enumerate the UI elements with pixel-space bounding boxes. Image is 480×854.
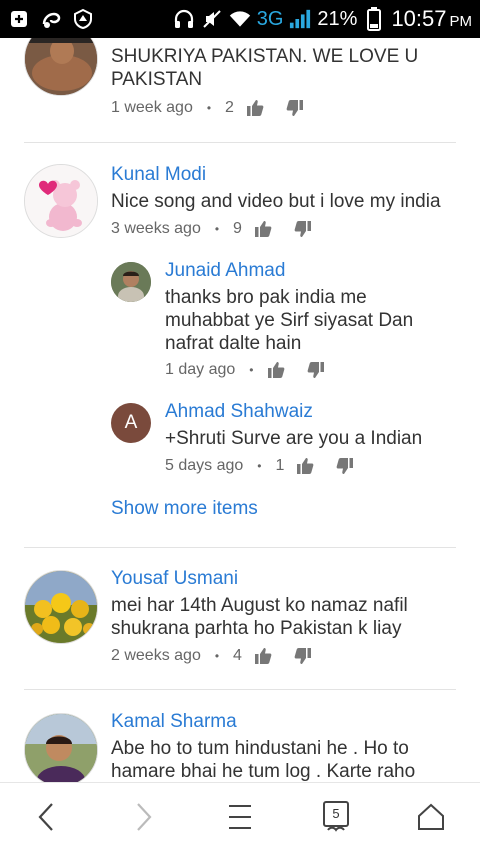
wifi-icon: [229, 8, 251, 30]
back-button[interactable]: [26, 797, 66, 837]
signal-icon: [289, 8, 311, 30]
forward-button[interactable]: [124, 797, 164, 837]
reply-text: +Shruti Surve are you a Indian: [165, 428, 423, 449]
network-type: 3G: [256, 7, 284, 30]
comment-time: 1 week ago: [111, 99, 193, 116]
avatar[interactable]: [24, 38, 98, 96]
headphones-icon: [173, 8, 195, 30]
add-notification-icon: [8, 8, 30, 30]
tabs-button[interactable]: 5: [316, 797, 356, 837]
comment-time: 3 weeks ago: [111, 220, 201, 237]
thumbs-down-icon[interactable]: [307, 361, 325, 379]
thumbs-down-icon[interactable]: [294, 647, 312, 665]
comment-author[interactable]: Kamal Sharma: [111, 711, 237, 733]
comments-list[interactable]: SHUKRIYA PAKISTAN. WE LOVE U PAKISTAN 1 …: [0, 38, 480, 782]
bottom-nav: 5: [0, 782, 480, 854]
like-count: 2: [225, 99, 234, 116]
thumbs-up-icon[interactable]: [267, 361, 285, 379]
like-count: 1: [275, 457, 285, 474]
divider: [24, 142, 456, 143]
thumbs-down-icon[interactable]: [336, 457, 354, 475]
reply-meta: 5 days ago • 1: [165, 455, 354, 477]
thumbs-up-icon[interactable]: [254, 647, 272, 665]
avatar[interactable]: [24, 164, 98, 238]
avatar-letter: A: [124, 412, 138, 433]
uc-browser-icon: [40, 8, 62, 30]
reply-time: 5 days ago: [165, 457, 244, 474]
comment-meta: 3 weeks ago • 9: [111, 218, 312, 240]
comment-meta: 2 weeks ago • 4: [111, 645, 312, 667]
battery-icon: [363, 7, 385, 31]
thumbs-down-icon[interactable]: [286, 99, 304, 117]
avatar[interactable]: [24, 713, 98, 782]
avatar[interactable]: A: [111, 403, 151, 443]
thumbs-up-icon[interactable]: [254, 220, 272, 238]
like-count: 4: [233, 647, 242, 664]
menu-button[interactable]: [220, 797, 260, 837]
avatar[interactable]: [24, 570, 98, 644]
reply-author[interactable]: Junaid Ahmad: [165, 260, 285, 282]
avatar[interactable]: [111, 262, 151, 302]
thumbs-down-icon[interactable]: [294, 220, 312, 238]
tab-count: 5: [332, 806, 340, 821]
divider: [24, 689, 456, 690]
like-count: 9: [233, 220, 242, 237]
reply-text: thanks bro pak india me muhabbat ye Sirf…: [165, 287, 414, 354]
vpn-shield-icon: [72, 8, 94, 30]
thumbs-up-icon[interactable]: [246, 99, 264, 117]
comment-author[interactable]: Kunal Modi: [111, 164, 206, 186]
home-button[interactable]: [411, 797, 451, 837]
clock: 10:57 PM: [391, 6, 472, 31]
comment-text: mei har 14th August ko namaz nafil shukr…: [111, 595, 408, 639]
comment-author[interactable]: Yousaf Usmani: [111, 568, 238, 590]
comment-text: SHUKRIYA PAKISTAN. WE LOVE U PAKISTAN: [111, 46, 419, 90]
mute-icon: [201, 8, 223, 30]
show-more-replies-link[interactable]: Show more items: [111, 498, 258, 520]
divider: [24, 547, 456, 548]
comment-time: 2 weeks ago: [111, 647, 201, 664]
thumbs-up-icon[interactable]: [296, 457, 314, 475]
battery-percent: 21%: [317, 7, 358, 30]
comment-text: Abe ho to tum hindustani he . Ho to hama…: [111, 738, 416, 782]
reply-meta: 1 day ago •: [165, 359, 325, 381]
reply-time: 1 day ago: [165, 361, 236, 378]
comment-meta: 1 week ago • 2: [111, 97, 304, 119]
reply-author[interactable]: Ahmad Shahwaiz: [165, 401, 313, 423]
comment-text: Nice song and video but i love my india: [111, 191, 441, 212]
status-bar: 3G 21% 10:57 PM: [0, 0, 480, 38]
